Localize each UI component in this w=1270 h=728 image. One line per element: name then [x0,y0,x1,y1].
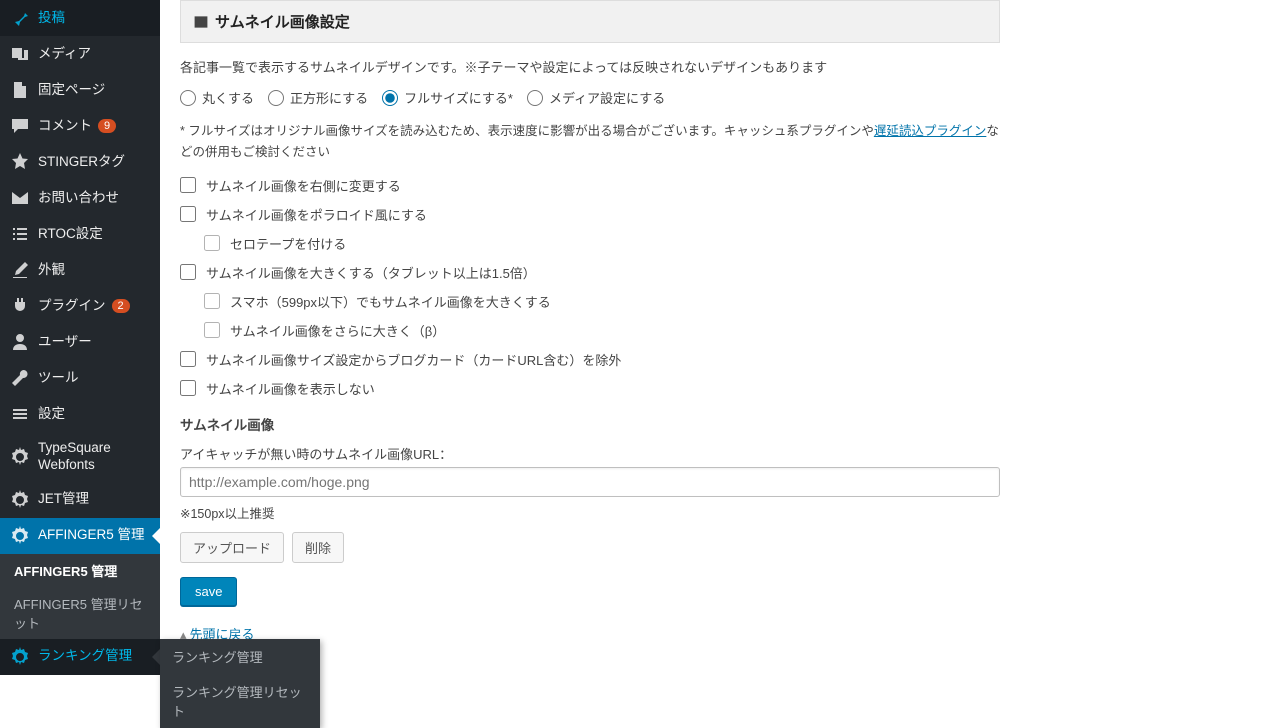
user-icon [10,332,30,352]
page-icon [10,80,30,100]
fullsize-note: * フルサイズはオリジナル画像サイズを読み込むため、表示速度に影響が出る場合がご… [180,121,1000,164]
check-bigger-sp[interactable]: スマホ（599px以下）でもサムネイル画像を大きくする [204,292,1000,311]
list-icon [10,224,30,244]
thumbnail-options: サムネイル画像を右側に変更する サムネイル画像をポラロイド風にする セロテープを… [180,176,1000,398]
star-icon [10,152,30,172]
sidebar-item-label: JET管理 [38,491,89,508]
sidebar-item-label: 固定ページ [38,82,105,99]
main-content: サムネイル画像設定 各記事一覧で表示するサムネイルデザインです。※子テーマや設定… [160,0,1270,675]
check-exclude-card[interactable]: サムネイル画像サイズ設定からブログカード（カードURL含む）を除外 [180,350,1000,369]
radio-fullsize[interactable]: フルサイズにする* [382,88,513,107]
pin-icon [10,8,30,28]
flyout-item-ranking-reset[interactable]: ランキング管理リセット [160,674,320,728]
wrench-icon [10,368,30,388]
sidebar-item-label: ランキング管理 [38,648,132,665]
lazyload-plugin-link[interactable]: 遅延読込プラグイン [874,124,987,138]
url-field-label: アイキャッチが無い時のサムネイル画像URL： [180,444,1000,463]
sidebar-item-label: お問い合わせ [38,190,119,207]
sidebar-item-plugins[interactable]: プラグイン 2 [0,288,160,324]
sidebar-item-users[interactable]: ユーザー [0,324,160,360]
check-tape[interactable]: セロテープを付ける [204,234,1000,253]
sidebar-item-tools[interactable]: ツール [0,360,160,396]
sidebar-item-ranking[interactable]: ランキング管理 ランキング管理 ランキング管理リセット [0,639,160,675]
gear-icon [10,647,30,667]
sidebar-item-label: TypeSquare Webfonts [38,440,150,474]
admin-sidebar: 投稿 メディア 固定ページ コメント 9 STINGERタグ お問い合わせ [0,0,160,675]
thumbnail-image-subhead: サムネイル画像 [180,414,1000,434]
radio-square[interactable]: 正方形にする [268,88,368,107]
check-hide[interactable]: サムネイル画像を表示しない [180,379,1000,398]
sidebar-item-label: AFFINGER5 管理 [38,527,145,544]
count-badge: 2 [112,299,130,313]
sidebar-item-label: プラグイン [38,298,106,315]
save-button[interactable]: save [180,577,237,606]
plug-icon [10,296,30,316]
sidebar-item-typesquare[interactable]: TypeSquare Webfonts [0,432,160,482]
check-right[interactable]: サムネイル画像を右側に変更する [180,176,1000,195]
sidebar-item-label: RTOC設定 [38,226,103,243]
image-icon [193,14,209,30]
count-badge: 9 [98,119,116,133]
thumbnail-style-radios: 丸くする 正方形にする フルサイズにする* メディア設定にする [180,88,1000,107]
sidebar-flyout: ランキング管理 ランキング管理リセット [160,639,320,728]
delete-button[interactable]: 削除 [292,532,344,563]
panel-title: サムネイル画像設定 [215,11,350,32]
check-polaroid[interactable]: サムネイル画像をポラロイド風にする [180,205,1000,224]
sidebar-item-settings[interactable]: 設定 [0,396,160,432]
panel-description: 各記事一覧で表示するサムネイルデザインです。※子テーマや設定によっては反映されな… [180,57,1000,76]
media-icon [10,44,30,64]
sliders-icon [10,404,30,424]
sidebar-item-pages[interactable]: 固定ページ [0,72,160,108]
submenu-item-affinger5-reset[interactable]: AFFINGER5 管理リセット [0,587,160,639]
sidebar-item-label: 外観 [38,262,65,279]
sidebar-item-comments[interactable]: コメント 9 [0,108,160,144]
mail-icon [10,188,30,208]
sidebar-item-label: STINGERタグ [38,154,125,171]
panel-header: サムネイル画像設定 [180,0,1000,43]
radio-media[interactable]: メディア設定にする [527,88,665,107]
sidebar-item-label: 投稿 [38,10,65,27]
gear-icon [10,490,30,510]
thumbnail-url-input[interactable] [180,467,1000,497]
sidebar-item-label: ツール [38,370,79,387]
sidebar-submenu: AFFINGER5 管理 AFFINGER5 管理リセット [0,554,160,639]
check-bigger[interactable]: サムネイル画像を大きくする（タブレット以上は1.5倍） [180,263,1000,282]
comment-icon [10,116,30,136]
sidebar-item-affinger5[interactable]: AFFINGER5 管理 [0,518,160,554]
sidebar-item-label: 設定 [38,406,65,423]
sidebar-item-contact[interactable]: お問い合わせ [0,180,160,216]
sidebar-item-stinger-tag[interactable]: STINGERタグ [0,144,160,180]
check-bigger-more[interactable]: サムネイル画像をさらに大きく（β） [204,321,1000,340]
submenu-item-affinger5-admin[interactable]: AFFINGER5 管理 [0,554,160,587]
radio-round[interactable]: 丸くする [180,88,254,107]
sidebar-item-label: コメント [38,118,92,135]
sidebar-item-label: メディア [38,46,91,63]
sidebar-item-label: ユーザー [38,334,92,351]
sidebar-item-posts[interactable]: 投稿 [0,0,160,36]
upload-button[interactable]: アップロード [180,532,284,563]
gear-icon [10,526,30,546]
brush-icon [10,260,30,280]
sidebar-item-jet[interactable]: JET管理 [0,482,160,518]
sidebar-item-rtoc[interactable]: RTOC設定 [0,216,160,252]
sidebar-item-appearance[interactable]: 外観 [0,252,160,288]
gear-icon [10,447,30,467]
url-hint: ※150px以上推奨 [180,503,1000,522]
sidebar-item-media[interactable]: メディア [0,36,160,72]
